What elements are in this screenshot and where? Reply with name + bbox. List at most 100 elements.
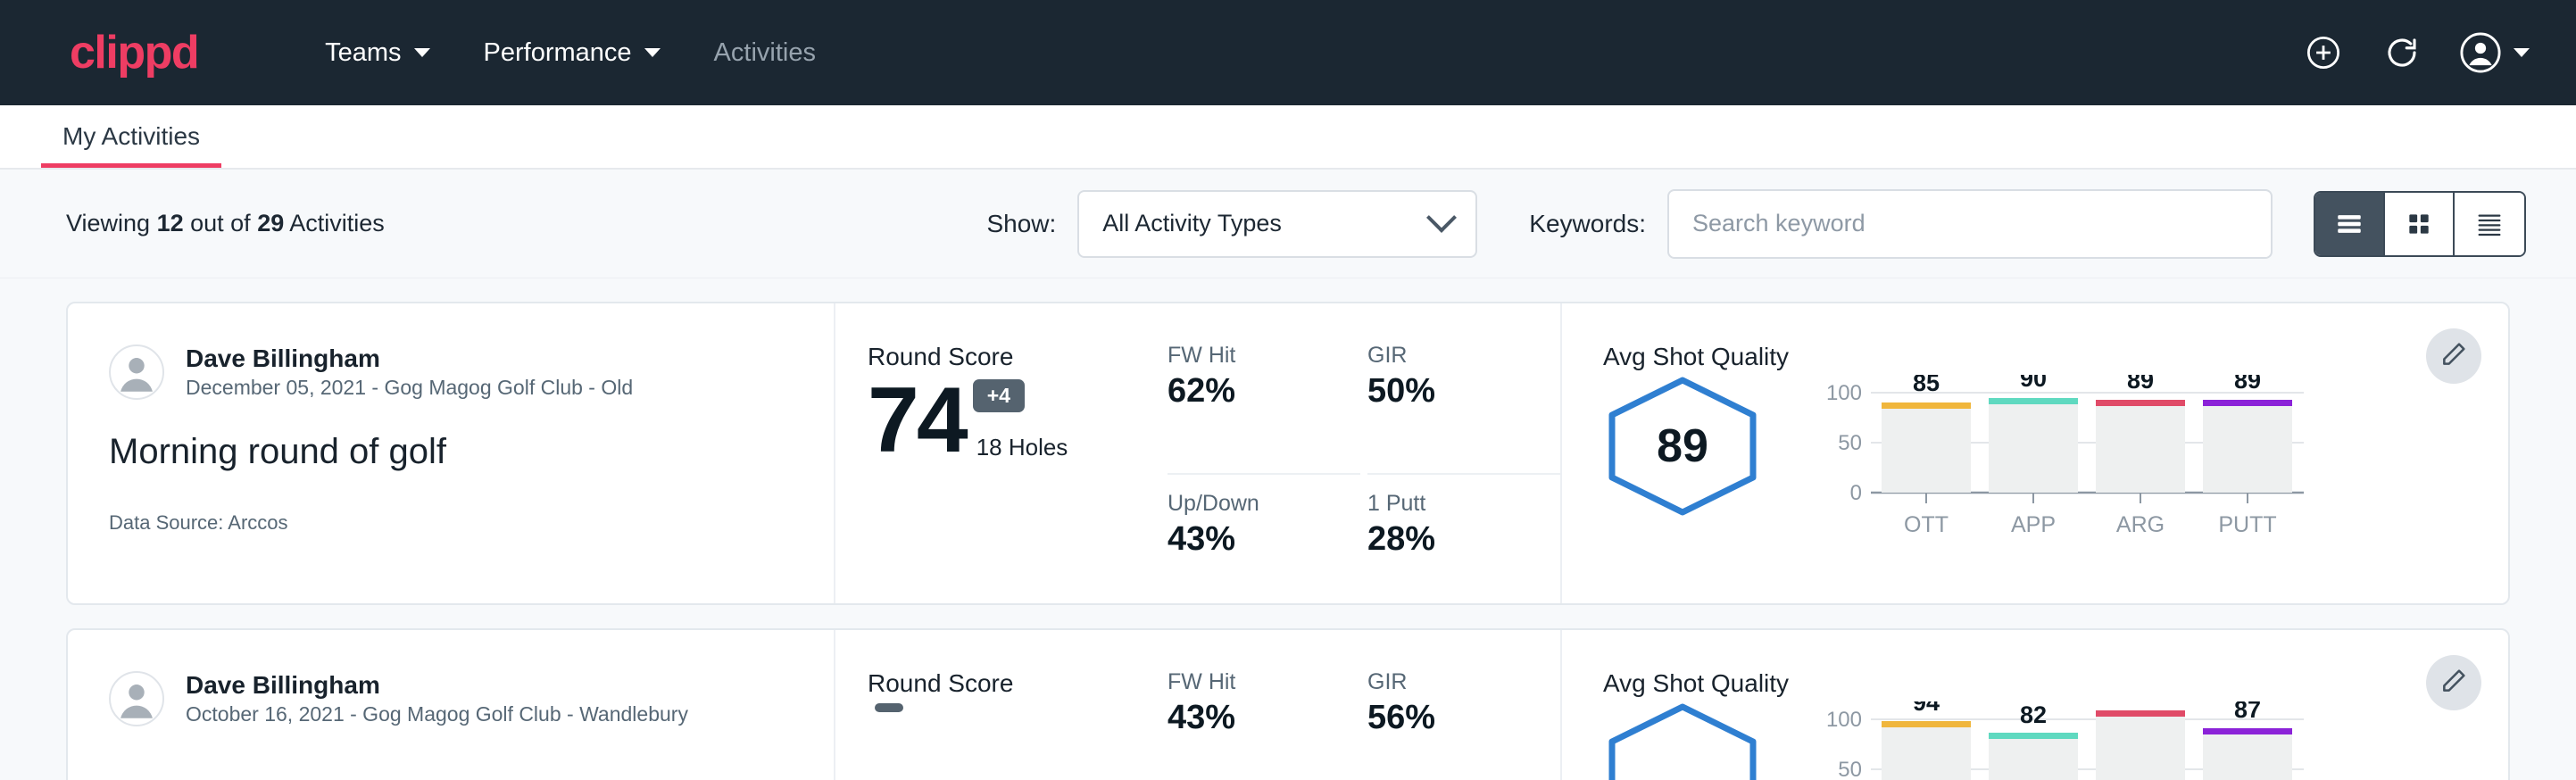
round-score-row xyxy=(868,703,1168,780)
activity-user-meta: Dave Billingham December 05, 2021 - Gog … xyxy=(186,343,633,402)
activity-user-name: Dave Billingham xyxy=(186,669,688,701)
score-to-par-badge xyxy=(875,703,903,712)
chevron-down-icon xyxy=(414,48,430,57)
viewing-mid: out of xyxy=(184,210,258,236)
viewing-suffix: Activities xyxy=(284,210,385,236)
nav-item-teams[interactable]: Teams xyxy=(298,29,456,77)
avg-shot-quality-column: Avg Shot Quality 100 50 0 xyxy=(1560,630,2508,780)
xtick-arg: ARG xyxy=(2116,512,2165,537)
view-mode-grid-button[interactable] xyxy=(2385,193,2455,255)
shot-quality-bar-chart: 100 50 0 85 OTT xyxy=(1817,375,2317,544)
pencil-icon xyxy=(2439,340,2468,373)
filter-controls: Show: All Activity Types Keywords: xyxy=(986,189,2526,259)
activity-summary-column: Dave Billingham October 16, 2021 - Gog M… xyxy=(68,630,835,780)
stat-fw-hit-value: 43% xyxy=(1168,699,1335,737)
round-score-column: Round Score 74 +4 18 Holes xyxy=(835,303,1168,603)
activity-card[interactable]: Dave Billingham October 16, 2021 - Gog M… xyxy=(66,628,2510,780)
ytick-100: 100 xyxy=(1826,708,1862,732)
quality-hexagon: 89 xyxy=(1603,375,1762,518)
avg-shot-quality-body: 100 50 0 94 xyxy=(1603,701,2508,780)
tab-my-activities[interactable]: My Activities xyxy=(41,124,221,168)
stat-one-putt-value: 28% xyxy=(1367,520,1535,559)
bar-putt: 87 xyxy=(2203,701,2292,780)
plus-circle-icon[interactable] xyxy=(2303,32,2344,73)
quality-hexagon-wrap xyxy=(1603,701,1782,780)
bar-label-putt: 89 xyxy=(2234,375,2261,394)
stat-up-down: Up/Down 43% xyxy=(1168,475,1360,603)
viewing-prefix: Viewing xyxy=(66,210,157,236)
round-score-label: Round Score xyxy=(868,343,1168,371)
avatar xyxy=(109,344,164,400)
stat-gir-value: 56% xyxy=(1367,699,1535,737)
chevron-down-icon xyxy=(1426,202,1457,232)
activity-date-course: October 16, 2021 - Gog Magog Golf Club -… xyxy=(186,701,688,728)
bar-label-ott: 94 xyxy=(1913,701,1940,716)
activity-card-list: Dave Billingham December 05, 2021 - Gog … xyxy=(0,278,2576,780)
stat-up-down-label: Up/Down xyxy=(1168,491,1335,517)
bar-arg: 106 xyxy=(2096,701,2185,780)
avg-shot-quality-column: Avg Shot Quality 89 100 50 0 xyxy=(1560,303,2508,603)
bar-ott: 85 OTT xyxy=(1882,375,1971,537)
activity-type-select[interactable]: All Activity Types xyxy=(1077,190,1477,258)
stat-fw-hit: FW Hit 62% xyxy=(1168,343,1360,475)
xtick-putt: PUTT xyxy=(2218,512,2276,537)
account-menu[interactable] xyxy=(2460,32,2530,73)
round-score-row: 74 +4 18 Holes xyxy=(868,377,1168,465)
stat-gir: GIR 50% xyxy=(1367,343,1560,475)
view-mode-compact-button[interactable] xyxy=(2455,193,2524,255)
tab-bar: My Activities xyxy=(0,105,2576,170)
quality-hexagon-value xyxy=(1603,701,1762,780)
round-score-meta: +4 18 Holes xyxy=(966,379,1068,465)
round-score-column: Round Score xyxy=(835,630,1168,780)
activity-user-row: Dave Billingham December 05, 2021 - Gog … xyxy=(109,343,834,402)
bar-app: 90 APP xyxy=(1989,375,2078,537)
stat-gir-label: GIR xyxy=(1367,669,1535,695)
activity-title: Morning round of golf xyxy=(109,432,834,472)
activity-user-name: Dave Billingham xyxy=(186,343,633,374)
chevron-down-icon xyxy=(2514,48,2530,57)
bar-label-app: 90 xyxy=(2020,375,2047,392)
xtick-ott: OTT xyxy=(1904,512,1949,537)
activity-type-select-value: All Activity Types xyxy=(1102,210,1431,237)
bar-label-putt: 87 xyxy=(2234,701,2261,723)
quality-hexagon xyxy=(1603,701,1762,780)
edit-activity-button[interactable] xyxy=(2426,328,2481,384)
holes-count: 18 Holes xyxy=(976,434,1068,461)
bar-label-arg: 89 xyxy=(2127,375,2154,394)
refresh-icon[interactable] xyxy=(2381,32,2422,73)
nav-item-activities-label: Activities xyxy=(714,38,816,68)
account-circle-icon xyxy=(2460,32,2501,73)
main-nav-links: Teams Performance Activities xyxy=(298,29,843,77)
pencil-icon xyxy=(2439,667,2468,700)
shot-quality-bar-chart: 100 50 0 94 xyxy=(1817,701,2317,780)
stat-one-putt: 1 Putt 28% xyxy=(1367,475,1560,603)
shot-quality-chart: 100 50 0 94 xyxy=(1782,701,2508,780)
ytick-50: 50 xyxy=(1838,431,1862,455)
viewing-total: 29 xyxy=(257,210,284,236)
avg-shot-quality-label: Avg Shot Quality xyxy=(1603,669,2508,698)
nav-item-performance[interactable]: Performance xyxy=(457,29,687,77)
view-mode-list-button[interactable] xyxy=(2315,193,2385,255)
activity-user-meta: Dave Billingham October 16, 2021 - Gog M… xyxy=(186,669,688,728)
activity-card[interactable]: Dave Billingham December 05, 2021 - Gog … xyxy=(66,302,2510,605)
nav-item-teams-label: Teams xyxy=(325,38,401,68)
bar-label-app: 82 xyxy=(2020,701,2047,728)
avatar xyxy=(109,671,164,726)
chevron-down-icon xyxy=(644,48,661,57)
ytick-50: 50 xyxy=(1838,758,1862,780)
show-label: Show: xyxy=(986,210,1056,238)
viewing-count: 12 xyxy=(157,210,184,236)
stat-fw-hit-value: 62% xyxy=(1168,372,1335,411)
stat-up-down-value: 43% xyxy=(1168,520,1335,559)
edit-activity-button[interactable] xyxy=(2426,655,2481,710)
bar-app: 82 xyxy=(1989,701,2078,780)
round-score-value: 74 xyxy=(868,377,966,465)
stat-gir: GIR 56% xyxy=(1367,669,1560,780)
activity-data-source: Data Source: Arccos xyxy=(109,511,834,535)
viewing-count-text: Viewing 12 out of 29 Activities xyxy=(66,210,385,237)
search-input[interactable] xyxy=(1667,189,2273,259)
quality-hexagon-value: 89 xyxy=(1603,375,1762,518)
app-logo[interactable]: clippd xyxy=(70,29,198,76)
nav-item-activities[interactable]: Activities xyxy=(687,29,843,77)
activity-summary-column: Dave Billingham December 05, 2021 - Gog … xyxy=(68,303,835,603)
